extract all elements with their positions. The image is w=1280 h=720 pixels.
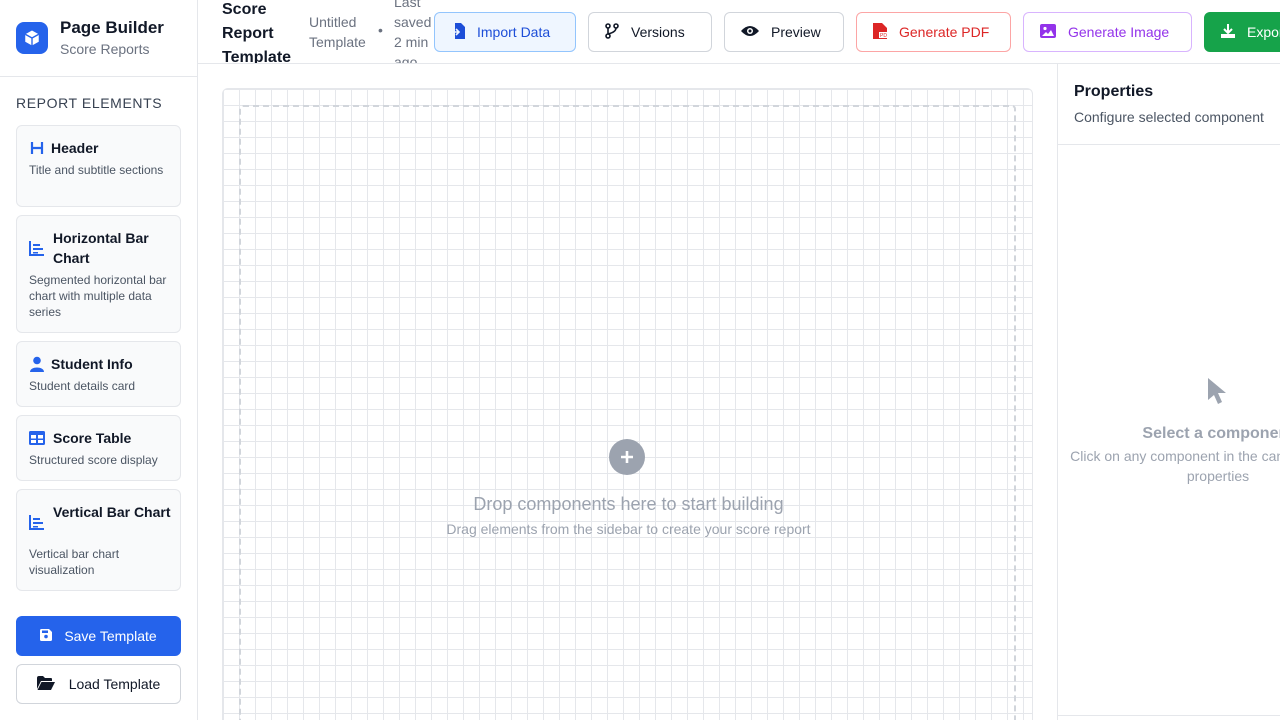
element-score-table[interactable]: Score Table Structured score display <box>16 415 181 481</box>
sidebar: Page Builder Score Reports REPORT ELEMEN… <box>0 0 198 720</box>
element-description: Structured score display <box>29 453 158 467</box>
save-template-button[interactable]: Save Template <box>16 616 181 656</box>
load-template-label: Load Template <box>68 676 161 692</box>
svg-text:PDF: PDF <box>880 33 887 39</box>
save-template-label: Save Template <box>64 628 157 644</box>
brand-header: Page Builder Score Reports <box>0 0 197 77</box>
app-title: Page Builder <box>60 18 164 37</box>
preview-label: Preview <box>771 24 821 40</box>
versions-label: Versions <box>631 24 685 40</box>
element-description: Vertical bar chart visualization <box>29 547 120 577</box>
element-student-info[interactable]: Student Info Student details card <box>16 341 181 407</box>
element-description: Title and subtitle sections <box>29 163 164 177</box>
properties-title: Properties <box>1074 83 1154 100</box>
cube-icon <box>16 22 48 54</box>
element-title: Header <box>51 140 99 156</box>
report-canvas[interactable]: Drop components here to start building D… <box>222 88 1033 720</box>
element-title: Student Info <box>51 356 133 372</box>
element-description: Segmented horizontal bar chart with mult… <box>29 273 167 319</box>
drop-zone-subtitle: Drag elements from the sidebar to create… <box>446 521 811 537</box>
save-icon <box>40 628 53 644</box>
bar-chart-icon <box>29 240 45 256</box>
user-icon <box>29 356 45 372</box>
export-label: Export <box>1247 24 1280 40</box>
download-icon <box>1221 23 1235 41</box>
empty-state-subtitle: Click on any component in the canvas to … <box>1070 448 1280 484</box>
versions-button[interactable]: Versions <box>588 12 712 52</box>
generate-pdf-label: Generate PDF <box>899 24 990 40</box>
last-saved-status: Last saved 2 min ago <box>394 0 432 64</box>
drop-zone-title: Drop components here to start building <box>473 494 784 514</box>
empty-state-title: Select a component <box>1142 425 1280 442</box>
bar-chart-icon <box>29 514 45 530</box>
folder-open-icon <box>36 675 55 693</box>
code-branch-icon <box>605 22 619 42</box>
template-name[interactable]: Untitled Template <box>309 12 379 52</box>
eye-icon <box>741 24 759 40</box>
properties-subtitle: Configure selected component <box>1074 109 1264 125</box>
top-toolbar: Score Report Template Untitled Template … <box>198 0 1280 64</box>
mouse-pointer-icon <box>1206 376 1230 406</box>
report-elements-heading: REPORT ELEMENTS <box>16 95 163 111</box>
import-icon <box>451 22 465 42</box>
plus-circle-icon <box>609 439 645 475</box>
generate-image-button[interactable]: Generate Image <box>1023 12 1192 52</box>
canvas-area: Drop components here to start building D… <box>198 64 1057 720</box>
import-data-label: Import Data <box>477 24 551 40</box>
element-horizontal-bar-chart[interactable]: Horizontal Bar Chart Segmented horizonta… <box>16 215 181 333</box>
load-template-button[interactable]: Load Template <box>16 664 181 704</box>
generate-image-label: Generate Image <box>1068 24 1170 40</box>
properties-header: Properties Configure selected component <box>1058 64 1280 145</box>
export-button[interactable]: Export <box>1204 12 1280 52</box>
file-pdf-icon: PDF <box>873 22 890 42</box>
table-icon <box>29 430 45 446</box>
drop-zone[interactable] <box>239 105 1016 720</box>
app-subtitle: Score Reports <box>60 41 150 57</box>
image-icon <box>1040 23 1056 41</box>
properties-panel: Properties Configure selected component … <box>1057 64 1280 720</box>
generate-pdf-button[interactable]: PDF Generate PDF <box>856 12 1011 52</box>
element-title: Horizontal Bar Chart <box>53 230 149 266</box>
heading-icon <box>29 140 45 156</box>
preview-button[interactable]: Preview <box>724 12 844 52</box>
element-vertical-bar-chart[interactable]: Vertical Bar Chart Vertical bar chart vi… <box>16 489 181 591</box>
document-title: Score Report Template <box>222 1 292 64</box>
element-description: Student details card <box>29 379 136 393</box>
separator-dot: • <box>378 22 383 38</box>
import-data-button[interactable]: Import Data <box>434 12 576 52</box>
divider <box>1058 715 1280 716</box>
element-header[interactable]: Header Title and subtitle sections <box>16 125 181 207</box>
element-title: Vertical Bar Chart <box>53 504 171 520</box>
element-title: Score Table <box>53 430 132 446</box>
